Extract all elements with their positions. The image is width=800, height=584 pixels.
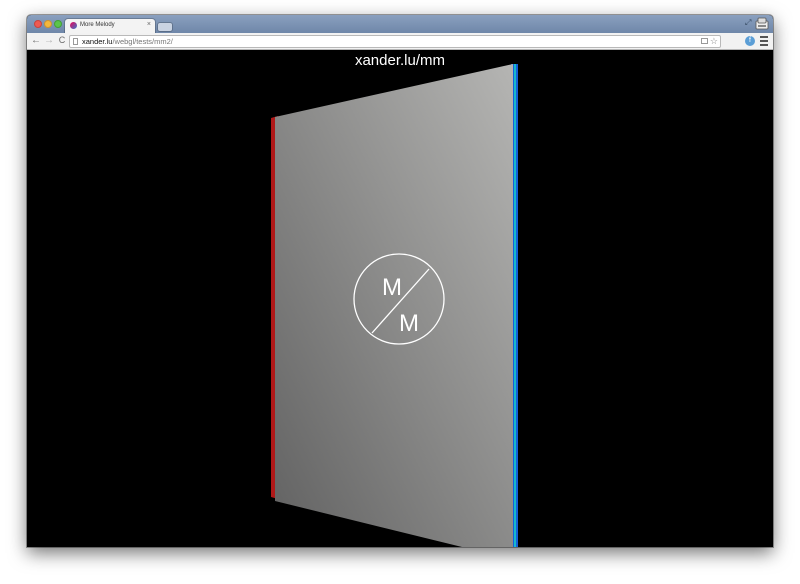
browser-toolbar: ← → C xander.lu/webgl/tests/mm2/ ☆ f [27, 33, 773, 50]
address-bar[interactable]: xander.lu/webgl/tests/mm2/ ☆ [69, 35, 721, 48]
more-melody-favicon-icon [70, 22, 77, 29]
forward-icon[interactable]: → [44, 35, 54, 46]
site-title[interactable]: xander.lu/mm [27, 51, 773, 71]
logo-top-letter: M [382, 274, 402, 301]
webgl-scene: M M [271, 64, 518, 547]
edge-cyan [514, 64, 516, 547]
reload-icon[interactable]: C [57, 35, 67, 46]
browser-window: More Melody × ⤢ ← → C xander.lu/webgl/te… [27, 15, 773, 547]
fullscreen-arrows-icon[interactable]: ⤢ [745, 19, 753, 27]
user-profile-icon[interactable] [755, 17, 769, 31]
close-window-button[interactable] [34, 20, 42, 28]
star-icon[interactable]: ☆ [710, 36, 718, 47]
url-path: /webgl/tests/mm2/ [112, 37, 173, 46]
camera-icon[interactable] [701, 38, 708, 44]
url-host: xander.lu [82, 37, 113, 46]
title-bar: More Melody × ⤢ [27, 15, 773, 33]
tab-title: More Melody [80, 22, 115, 28]
webgl-viewport[interactable]: M M xander.lu/mm [27, 50, 773, 547]
address-url[interactable]: xander.lu/webgl/tests/mm2/ [82, 36, 173, 47]
new-tab-button[interactable] [158, 23, 172, 31]
page-icon [73, 38, 78, 45]
back-icon[interactable]: ← [31, 35, 41, 46]
browser-tab[interactable]: More Melody × [65, 19, 155, 33]
rotating-panel [275, 64, 513, 547]
minimize-window-button[interactable] [44, 20, 52, 28]
tab-close-icon[interactable]: × [147, 20, 151, 30]
hamburger-menu-icon[interactable] [760, 36, 768, 46]
extension-icon[interactable]: f [745, 36, 755, 46]
logo-bottom-letter: M [399, 310, 419, 337]
zoom-window-button[interactable] [54, 20, 62, 28]
